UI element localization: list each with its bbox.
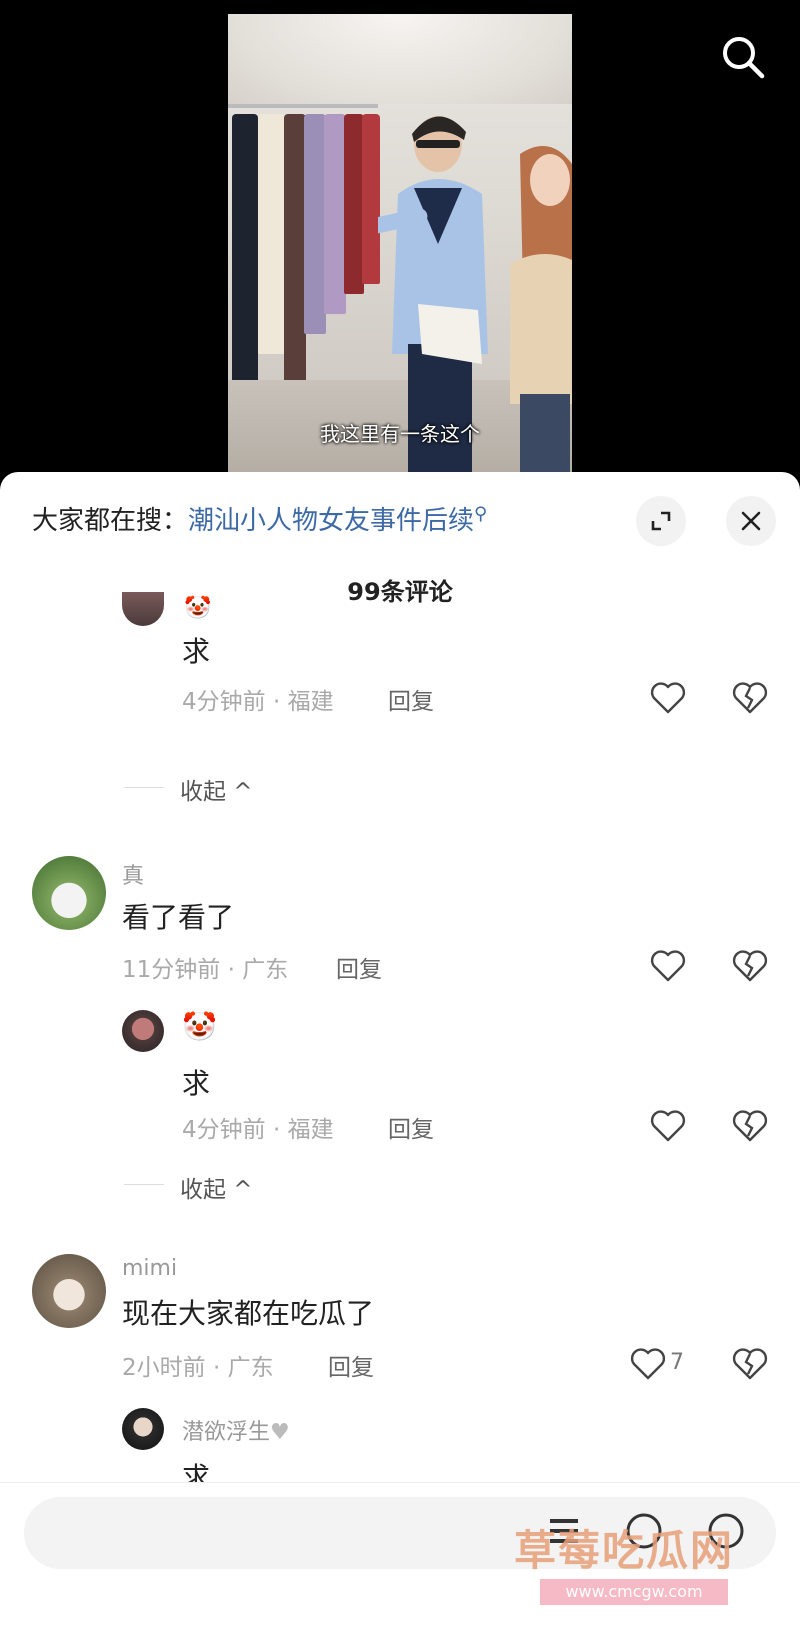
watermark-url: www.cmcgw.com <box>540 1579 728 1605</box>
avatar[interactable] <box>122 1010 164 1052</box>
broken-heart-icon[interactable] <box>730 946 770 986</box>
reply-meta: 4分钟前 · 福建 <box>182 689 334 715</box>
broken-heart-icon[interactable] <box>730 1106 770 1146</box>
comment-text: 现在大家都在吃瓜了 <box>122 1297 375 1330</box>
reply-text: 求 <box>182 635 211 668</box>
heart-icon[interactable] <box>648 1106 688 1146</box>
video-subtitle: 我这里有一条这个 <box>320 422 480 446</box>
avatar[interactable] <box>122 592 164 626</box>
search-small-icon: ⚲ <box>474 503 488 525</box>
commenter-name-text: 潜欲浮生 <box>182 1420 271 1445</box>
reply-button[interactable]: 回复 <box>388 1110 434 1144</box>
chevron-up-icon: ^ <box>226 779 253 805</box>
comment-sheet: 大家都在搜：潮汕小人物女友事件后续⚲ 99条评论 🤡 求 4分钟前 · 福建 回… <box>0 472 800 1651</box>
comment-count: 99条评论 <box>347 578 453 606</box>
reply-button[interactable]: 回复 <box>328 1348 374 1382</box>
broken-heart-icon[interactable] <box>730 678 770 718</box>
expand-icon <box>651 511 671 531</box>
collapse-button[interactable]: 收起 ^ <box>180 772 253 806</box>
search-icon[interactable] <box>718 32 768 82</box>
divider <box>124 1184 164 1185</box>
commenter-name[interactable]: mimi <box>122 1256 177 1281</box>
expand-button[interactable] <box>636 496 686 546</box>
clown-emoji: 🤡 <box>182 1010 217 1043</box>
reply-text: 求 <box>182 1067 211 1100</box>
watermark-text: 草莓吃瓜网 <box>514 1526 735 1575</box>
collapse-button[interactable]: 收起 ^ <box>180 1170 253 1204</box>
close-icon <box>741 511 761 531</box>
heart-icon[interactable] <box>628 1344 668 1384</box>
collapse-label: 收起 <box>180 779 226 805</box>
heart-icon[interactable] <box>648 946 688 986</box>
hot-search[interactable]: 大家都在搜：潮汕小人物女友事件后续⚲ <box>32 500 487 537</box>
reply-meta: 4分钟前 · 福建 <box>182 1117 334 1143</box>
reply-button[interactable]: 回复 <box>336 950 382 984</box>
avatar[interactable] <box>32 1254 106 1328</box>
chevron-up-icon: ^ <box>226 1177 253 1203</box>
collapse-label: 收起 <box>180 1177 226 1203</box>
hot-search-keyword[interactable]: 潮汕小人物女友事件后续 <box>188 506 474 536</box>
comment-meta: 11分钟前 · 广东 <box>122 957 289 983</box>
close-button[interactable] <box>726 496 776 546</box>
video-player[interactable]: 我这里有一条这个 <box>0 0 800 480</box>
divider <box>124 787 164 788</box>
comment-text: 看了看了 <box>122 901 235 934</box>
commenter-name[interactable]: 真 <box>122 858 144 890</box>
avatar[interactable] <box>32 856 106 930</box>
broken-heart-icon[interactable] <box>730 1344 770 1384</box>
video-frame[interactable]: 我这里有一条这个 <box>228 14 572 480</box>
heart-icon[interactable] <box>648 678 688 718</box>
comment-meta: 2小时前 · 广东 <box>122 1355 274 1381</box>
clown-emoji: 🤡 <box>184 596 212 621</box>
clothing-rack <box>228 54 388 414</box>
like-count: 7 <box>670 1350 684 1375</box>
hot-search-prefix: 大家都在搜： <box>32 506 189 536</box>
comment-input-bar: 草莓吃瓜网 www.cmcgw.com <box>0 1482 800 1652</box>
avatar[interactable] <box>122 1408 164 1450</box>
heart-icon: ♥ <box>270 1420 290 1445</box>
reply-button[interactable]: 回复 <box>388 682 434 716</box>
commenter-name[interactable]: 潜欲浮生♥ <box>182 1414 290 1446</box>
